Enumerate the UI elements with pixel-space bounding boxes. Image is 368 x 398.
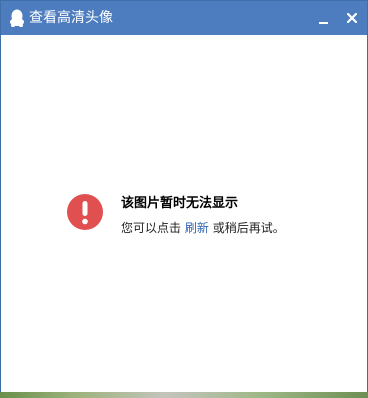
image-area: 该图片暂时无法显示 您可以点击 刷新 或稍后再试。 <box>1 35 367 397</box>
title-bar[interactable]: 查看高清头像 <box>1 1 367 35</box>
close-icon <box>346 12 358 24</box>
minimize-icon <box>319 22 328 24</box>
close-button[interactable] <box>340 6 364 30</box>
minimize-button[interactable] <box>311 6 335 30</box>
error-message-suffix: 或稍后再试。 <box>212 221 285 235</box>
window-title: 查看高清头像 <box>29 10 113 26</box>
image-viewer-window: 查看高清头像 该图片暂时无法显示 您可以点击 刷新 或稍后再试。 <box>0 0 368 398</box>
refresh-link[interactable]: 刷新 <box>185 221 209 235</box>
error-message: 您可以点击 刷新 或稍后再试。 <box>121 219 285 236</box>
error-message-prefix: 您可以点击 <box>121 221 182 235</box>
qq-penguin-icon <box>10 9 24 27</box>
error-title: 该图片暂时无法显示 <box>121 196 239 211</box>
exclamation-circle-icon <box>67 194 103 230</box>
background-strip <box>0 392 368 398</box>
